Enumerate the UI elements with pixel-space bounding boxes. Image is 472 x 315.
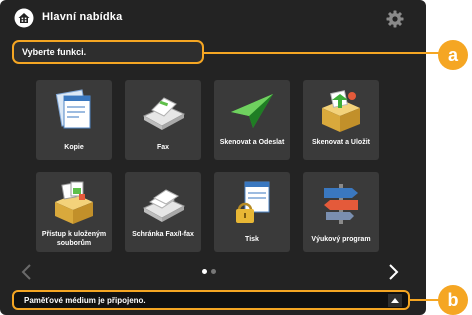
fax-button[interactable]: Fax <box>125 80 201 160</box>
tile-label: Výukový program <box>311 236 371 243</box>
page-title: Hlavní nabídka <box>42 11 123 23</box>
scan-store-icon <box>322 90 360 132</box>
fax-inbox-icon <box>142 189 186 222</box>
callout-leader-b <box>410 299 440 301</box>
scan-send-icon <box>231 94 273 128</box>
message-area: Vyberte funkci. <box>12 40 204 64</box>
fax-icon <box>142 97 186 130</box>
home-icon[interactable] <box>14 8 34 28</box>
triangle-up-icon[interactable] <box>388 294 402 307</box>
stored-files-button[interactable]: Přístup k uloženým souborům <box>36 172 112 252</box>
chevron-right-icon[interactable] <box>386 263 400 281</box>
scan-send-button[interactable]: Skenovat a Odeslat <box>214 80 290 160</box>
tile-label: Tisk <box>245 236 259 243</box>
callout-badge-b: b <box>438 285 468 315</box>
tile-label: Skenovat a Odeslat <box>219 139 285 146</box>
status-message: Paměťové médium je připojeno. <box>24 295 146 305</box>
tutorial-button[interactable]: Výukový program <box>303 172 379 252</box>
gear-icon[interactable] <box>386 10 404 28</box>
tile-label: Skenovat a Uložit <box>312 139 370 146</box>
tutorial-icon <box>324 184 358 224</box>
tile-label: Kopie <box>64 144 84 151</box>
print-icon <box>236 181 270 223</box>
page-indicator <box>211 269 216 274</box>
copy-button[interactable]: Kopie <box>36 80 112 160</box>
page-indicator-active <box>202 269 207 274</box>
tile-label: Fax <box>156 144 170 151</box>
message-text: Vyberte funkci. <box>22 47 87 57</box>
stored-files-icon <box>55 181 93 224</box>
scan-store-button[interactable]: Skenovat a Uložit <box>303 80 379 160</box>
tile-label: Přístup k uloženým souborům <box>41 231 107 247</box>
chevron-left-icon[interactable] <box>20 263 34 281</box>
copy-icon <box>55 89 91 129</box>
status-bar[interactable]: Paměťové médium je připojeno. <box>12 290 410 310</box>
title-bar: Hlavní nabídka <box>0 0 426 36</box>
callout-badge-a: a <box>438 40 468 70</box>
touch-panel-screen: Hlavní nabídka Vyberte funkci. Kopie Fax… <box>0 0 426 315</box>
print-button[interactable]: Tisk <box>214 172 290 252</box>
callout-leader-a <box>204 52 444 54</box>
tile-label: Schránka Fax/I-fax <box>132 231 194 238</box>
fax-inbox-button[interactable]: Schránka Fax/I-fax <box>125 172 201 252</box>
